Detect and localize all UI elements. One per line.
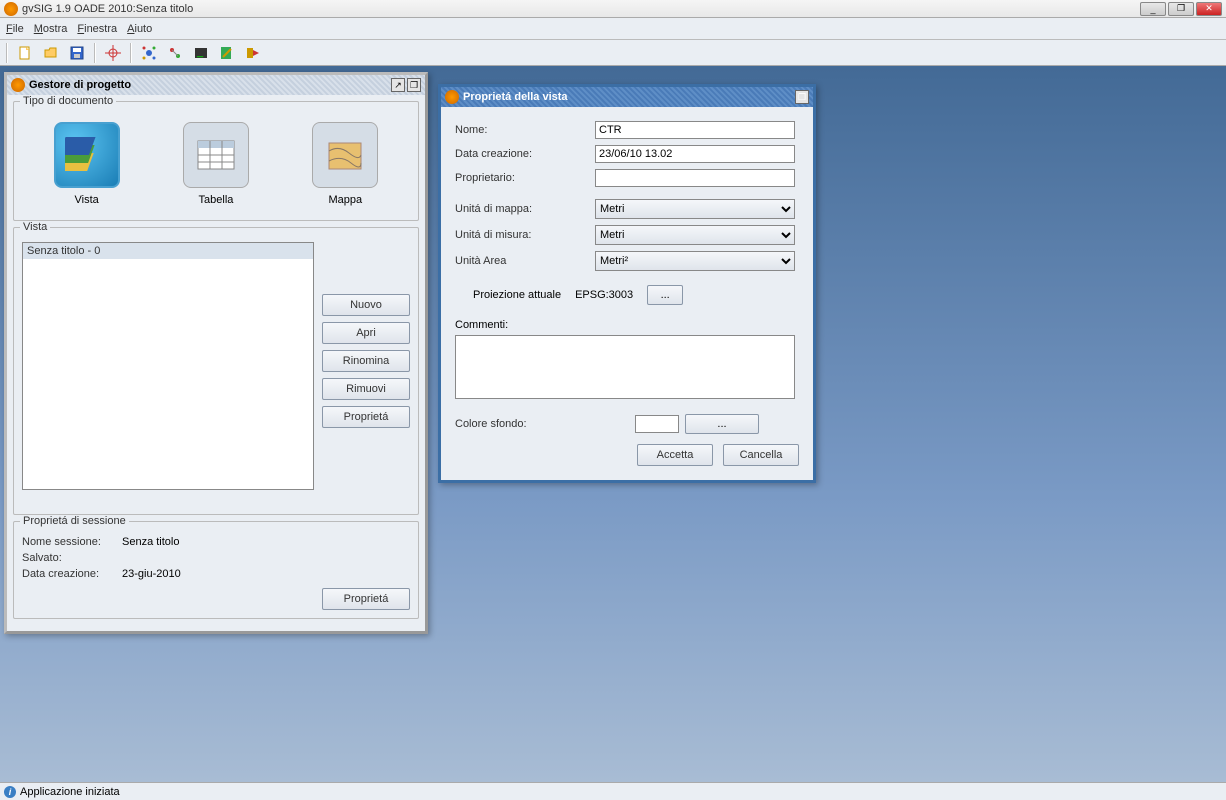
unita-area-select[interactable]: Metri²	[595, 251, 795, 271]
data-creazione-label: Data creazione:	[455, 148, 595, 160]
nuovo-button[interactable]: Nuovo	[322, 294, 410, 316]
doctype-mappa-label: Mappa	[328, 194, 362, 206]
data-creazione-value: 23-giu-2010	[122, 568, 181, 580]
menu-file[interactable]: File	[6, 23, 24, 35]
vp-titlebar[interactable]: Proprietá della vista ❐	[441, 87, 813, 107]
proprietario-label: Proprietario:	[455, 172, 595, 184]
cancella-button[interactable]: Cancella	[723, 444, 799, 466]
proprieta-button[interactable]: Proprietá	[322, 406, 410, 428]
proiezione-value: EPSG:3003	[575, 289, 633, 301]
vp-maximize-icon[interactable]: ❐	[795, 90, 809, 104]
vp-title-text: Proprietá della vista	[463, 91, 793, 103]
snap-icon[interactable]	[138, 42, 160, 64]
mdi-desktop: Gestore di progetto ↗ ❐ Tipo di document…	[0, 66, 1226, 782]
vista-listbox[interactable]: Senza titolo - 0	[22, 242, 314, 490]
nome-sessione-value: Senza titolo	[122, 536, 179, 548]
vista-groupbox: Vista Senza titolo - 0 Nuovo Apri Rinomi…	[13, 227, 419, 515]
window-title: gvSIG 1.9 OADE 2010:Senza titolo	[22, 3, 1138, 15]
session-group-label: Proprietá di sessione	[20, 515, 129, 527]
status-text: Applicazione iniziata	[20, 786, 120, 798]
vista-group-label: Vista	[20, 221, 50, 233]
save-project-icon[interactable]	[66, 42, 88, 64]
doc-type-groupbox: Tipo di documento Vista Tabella	[13, 101, 419, 221]
project-manager-window: Gestore di progetto ↗ ❐ Tipo di document…	[4, 72, 428, 634]
new-project-icon[interactable]	[14, 42, 36, 64]
proprietario-input[interactable]	[595, 169, 795, 187]
doc-type-label: Tipo di documento	[20, 95, 116, 107]
statusbar: i Applicazione iniziata	[0, 782, 1226, 800]
nome-sessione-label: Nome sessione:	[22, 536, 122, 548]
commenti-label: Commenti:	[455, 319, 799, 331]
nome-input[interactable]	[595, 121, 795, 139]
mappa-icon	[312, 122, 378, 188]
data-creazione-input[interactable]	[595, 145, 795, 163]
exit-icon[interactable]	[242, 42, 264, 64]
doctype-vista-label: Vista	[75, 194, 99, 206]
vista-list-item[interactable]: Senza titolo - 0	[23, 243, 313, 259]
gvsig-icon	[11, 78, 25, 92]
svg-text:_: _	[196, 46, 204, 58]
unita-mappa-select[interactable]: Metri	[595, 199, 795, 219]
info-icon: i	[4, 786, 16, 798]
pm-title-text: Gestore di progetto	[29, 79, 389, 91]
session-groupbox: Proprietá di sessione Nome sessione: Sen…	[13, 521, 419, 619]
unita-area-label: Unità Area	[455, 255, 595, 267]
edit-script-icon[interactable]	[216, 42, 238, 64]
doctype-tabella[interactable]: Tabella	[183, 122, 249, 206]
pm-maximize-icon[interactable]: ❐	[407, 78, 421, 92]
gvsig-icon	[445, 90, 459, 104]
menu-mostra[interactable]: Mostra	[34, 23, 68, 35]
colore-sfondo-picker-button[interactable]: ...	[685, 414, 759, 434]
toolbar: _	[0, 40, 1226, 66]
open-project-icon[interactable]	[40, 42, 62, 64]
toolbar-separator	[6, 43, 8, 63]
commenti-textarea[interactable]	[455, 335, 795, 399]
minimize-button[interactable]: _	[1140, 2, 1166, 16]
link-icon[interactable]	[164, 42, 186, 64]
maximize-button[interactable]: ❐	[1168, 2, 1194, 16]
doctype-vista[interactable]: Vista	[54, 122, 120, 206]
rinomina-button[interactable]: Rinomina	[322, 350, 410, 372]
app-icon	[4, 2, 18, 16]
proiezione-label: Proiezione attuale	[473, 289, 561, 301]
unita-misura-select[interactable]: Metri	[595, 225, 795, 245]
pm-titlebar[interactable]: Gestore di progetto ↗ ❐	[7, 75, 425, 95]
apri-button[interactable]: Apri	[322, 322, 410, 344]
unita-misura-label: Unitá di misura:	[455, 229, 595, 241]
doctype-mappa[interactable]: Mappa	[312, 122, 378, 206]
vista-icon	[54, 122, 120, 188]
crosshair-icon[interactable]	[102, 42, 124, 64]
menubar: File Mostra Finestra Aiuto	[0, 18, 1226, 40]
view-properties-dialog: Proprietá della vista ❐ Nome: Data creaz…	[438, 84, 816, 483]
console-icon[interactable]: _	[190, 42, 212, 64]
proiezione-picker-button[interactable]: ...	[647, 285, 683, 305]
toolbar-separator	[130, 43, 132, 63]
pm-externalize-icon[interactable]: ↗	[391, 78, 405, 92]
tabella-icon	[183, 122, 249, 188]
salvato-label: Salvato:	[22, 552, 122, 564]
close-button[interactable]: ✕	[1196, 2, 1222, 16]
doctype-tabella-label: Tabella	[199, 194, 234, 206]
data-creazione-label: Data creazione:	[22, 568, 122, 580]
menu-aiuto[interactable]: Aiuto	[127, 23, 152, 35]
session-proprieta-button[interactable]: Proprietá	[322, 588, 410, 610]
colore-sfondo-label: Colore sfondo:	[455, 418, 635, 430]
window-titlebar: gvSIG 1.9 OADE 2010:Senza titolo _ ❐ ✕	[0, 0, 1226, 18]
rimuovi-button[interactable]: Rimuovi	[322, 378, 410, 400]
accetta-button[interactable]: Accetta	[637, 444, 713, 466]
nome-label: Nome:	[455, 124, 595, 136]
toolbar-separator	[94, 43, 96, 63]
menu-finestra[interactable]: Finestra	[77, 23, 117, 35]
colore-sfondo-swatch	[635, 415, 679, 433]
unita-mappa-label: Unitá di mappa:	[455, 203, 595, 215]
